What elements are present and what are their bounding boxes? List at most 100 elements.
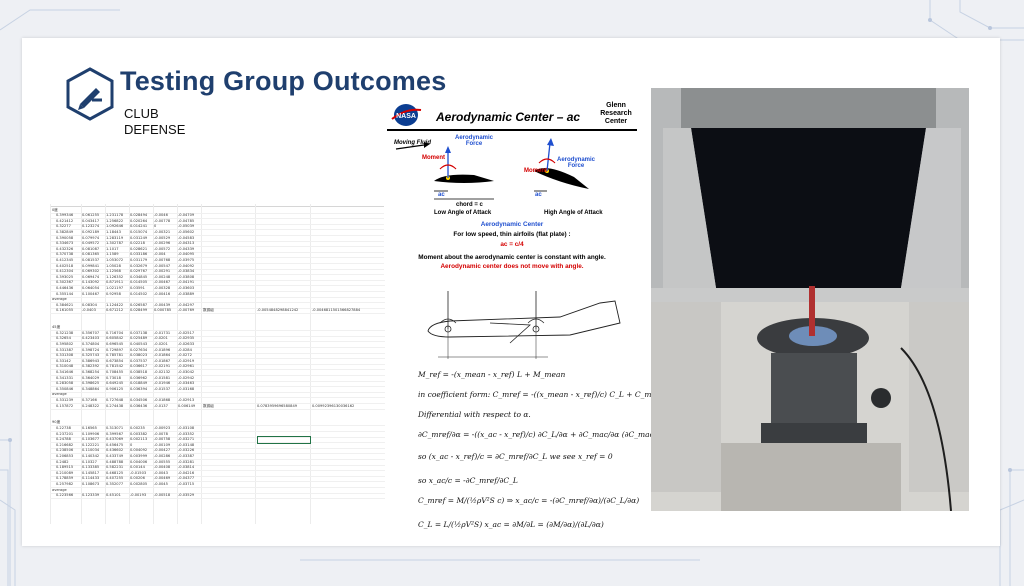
sheet-cell: 0.393025 (56, 274, 74, 279)
sheet-cell: 0.671212 (106, 308, 124, 313)
sheet-cell: 0.036436 (130, 403, 148, 408)
sheet-cell: -0.0272 (178, 353, 192, 358)
sheet-cell: -0.004 (154, 252, 166, 257)
sheet-cell: 0.374804 (82, 341, 100, 346)
result-value-1: -0.0054848298841242 (257, 308, 299, 313)
sheet-cell: 0 (130, 442, 133, 447)
sheet-cell: 0.064054 (82, 285, 100, 290)
sheet-cell: -0.03834 (178, 269, 195, 274)
nasa-aerodynamic-center-panel: NASA Aerodynamic Center – ac Glenn Resear… (384, 99, 640, 279)
sheet-cell: -0.05602 (178, 229, 195, 234)
sheet-cell: -0.04095 (178, 252, 195, 257)
subtitle-defense: DEFENSE (124, 122, 186, 137)
sheet-cell: -0.00193 (130, 493, 147, 498)
sheet-cell: 0.22738 (56, 425, 71, 430)
sheet-cell: -0.04191 (178, 280, 195, 285)
sheet-cell: 0.785781 (106, 353, 124, 358)
sheet-cell: 0.399346 (56, 213, 74, 218)
average-label: average (52, 297, 67, 302)
sheet-cell: 0.002805 (130, 481, 148, 486)
sheet-cell: 0.003382 (130, 431, 148, 436)
sheet-cell: 0.33142 (56, 358, 71, 363)
sheet-cell: -0.00768 (154, 257, 171, 262)
sheet-cell: -0.01896 (154, 347, 171, 352)
sheet-cell: 0.432326 (56, 246, 74, 251)
sheet-cell: 0.92958 (106, 291, 121, 296)
sheet-cell: 0.248322 (82, 403, 100, 408)
sheet-cell: 0.00206 (130, 476, 145, 481)
result-value-2: -0.0046811501566827884 (312, 308, 361, 313)
sheet-cell: 0.140342 (82, 453, 100, 458)
sheet-cell: 0.446436 (56, 285, 74, 290)
sheet-cell: 0.002113 (130, 437, 148, 442)
sheet-cell: 1.021197 (106, 285, 124, 290)
sheet-cell: 0.37166 (82, 397, 97, 402)
sheet-cell: -0.03463 (178, 381, 195, 386)
sheet-cell: 1.18443 (106, 229, 121, 234)
sheet-cell: 0.178859 (56, 476, 74, 481)
sheet-cell: -0.03148 (178, 442, 195, 447)
sheet-cell: 0.109906 (82, 431, 100, 436)
sheet-cell: 0.206853 (56, 453, 74, 458)
sheet-cell: 0.003999 (130, 453, 148, 458)
result-value-1: 0.0783959696580849 (257, 403, 298, 408)
sheet-cell: -0.0201 (154, 341, 168, 346)
result-row: 0.157872 0.248322 0.274438 0.036436 -0.0137 0… (50, 403, 385, 410)
sheet-cell: -0.02132 (154, 369, 171, 374)
sheet-cell: -0.00469 (154, 476, 171, 481)
sheet-cell: 0.673854 (106, 358, 124, 363)
sheet-cell: 0.157872 (56, 403, 74, 408)
sheet-cell: -0.00769 (178, 308, 195, 313)
sheet-cell: 0.000785 (154, 308, 172, 313)
sheet-cell: 0.468125 (106, 470, 124, 475)
sheet-cell: 0.038518 (130, 369, 148, 374)
sheet-cell: 0.407255 (106, 476, 124, 481)
sheet-cell: 0.122221 (82, 442, 100, 447)
ac-formula: ac = c/4 (500, 241, 524, 248)
subtitle-club: CLUB (124, 106, 159, 121)
sheet-cell: 0.100467 (82, 291, 100, 296)
sheet-cell: -0.02913 (178, 397, 195, 402)
sheet-cell: -0.0045 (154, 481, 168, 486)
sheet-cell: -0.01581 (154, 375, 171, 380)
nasa-panel-title: Aerodynamic Center – ac (436, 110, 581, 124)
sheet-cell: -0.03529 (178, 493, 195, 498)
sheet-cell: 0.348864 (82, 386, 100, 391)
sheet-cell: 0.341331 (56, 375, 74, 380)
sheet-cell: 0.004006 (130, 459, 148, 464)
sheet-cell: -0.04709 (178, 213, 195, 218)
sheet-cell: 0.402518 (56, 263, 74, 268)
slide-title: Testing Group Outcomes (120, 66, 447, 96)
aero-force-label-high: Aerodynamic Force (556, 157, 595, 169)
sheet-cell: 0.143092 (82, 280, 100, 285)
sheet-cell: -0.04313 (178, 241, 195, 246)
result-value-2: 0.00992396130036162 (312, 403, 355, 408)
sheet-cell: 0.03591 (130, 285, 145, 290)
sheet-cell: 0.412304 (56, 269, 74, 274)
ac-no-move-line: Aerodynamic center does not move with an… (440, 263, 584, 270)
sheet-cell: 0.189515 (56, 465, 74, 470)
sheet-cell: -0.04377 (178, 476, 195, 481)
sheet-cell: -0.03168 (178, 386, 195, 391)
sheet-cell: 0.036962 (130, 375, 148, 380)
sheet-cell: -0.03387 (178, 453, 195, 458)
sheet-cell: -0.01868 (154, 397, 171, 402)
sheet-cell: 0.006149 (178, 403, 196, 408)
sheet-cell: 0.028499 (130, 308, 148, 313)
sheet-cell: 0.110034 (82, 448, 100, 453)
sheet-cell: -0.00778 (154, 218, 171, 223)
ac-label-high: ac (535, 192, 542, 198)
sheet-cell: 0.036394 (130, 386, 148, 391)
sheet-cell: 0.398724 (82, 347, 100, 352)
sheet-cell: -0.03715 (178, 481, 195, 486)
handwritten-derivation-notes: M_ref = -(x_mean - x_ref) L + M_mean in c… (410, 366, 684, 542)
low-speed-line: For low speed, thin airfoils (flat plate… (453, 231, 571, 238)
sheet-cell: 0.708455 (106, 369, 124, 374)
sheet-cell: 0.00235 (130, 425, 145, 430)
sheet-cell: 0.216682 (56, 442, 74, 447)
sheet-cell: -0.01537 (154, 386, 171, 391)
selected-cell[interactable] (257, 436, 311, 444)
sheet-cell: 0.015074 (130, 229, 148, 234)
sheet-cell: 0.382392 (82, 364, 100, 369)
sheet-cell: -0.0137 (154, 403, 168, 408)
